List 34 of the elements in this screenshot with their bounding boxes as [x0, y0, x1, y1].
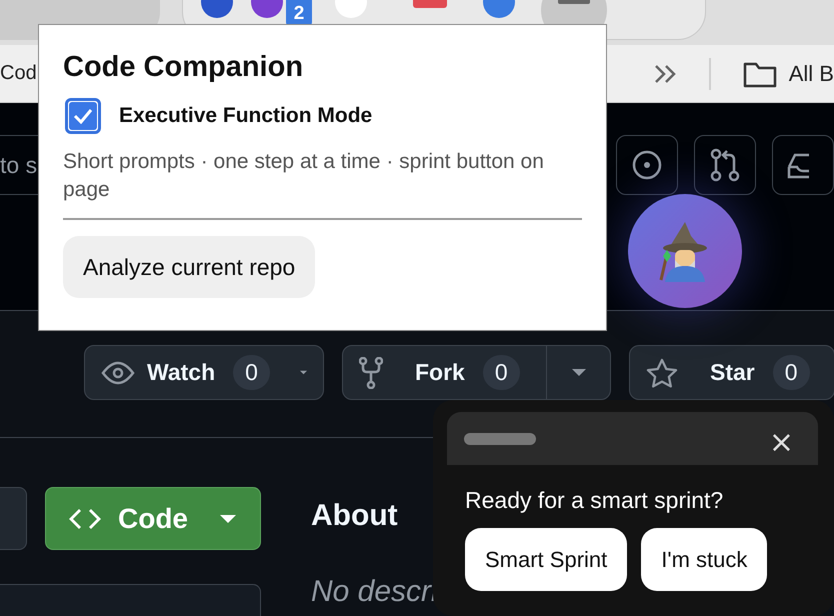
star-icon — [646, 358, 678, 388]
bookmark-folder[interactable]: All B — [788, 60, 834, 86]
sprint-option-button[interactable]: Smart Sprint — [465, 528, 628, 591]
analyze-button[interactable]: Analyze current repo — [63, 236, 316, 298]
caret-icon — [220, 514, 236, 522]
inbox-icon — [787, 151, 809, 179]
watch-button[interactable]: Watch 0 — [84, 345, 324, 400]
description-text: Short prompts · one step at a time · sprint button on page — [63, 149, 545, 203]
count-badge: 0 — [772, 355, 810, 390]
code-icon — [68, 506, 102, 530]
drag-handle[interactable] — [464, 432, 536, 444]
section-heading: About — [311, 499, 399, 533]
sprint-option-button[interactable]: I'm stuck — [641, 528, 768, 591]
issues-button[interactable] — [616, 135, 678, 195]
circle-dot-icon — [631, 149, 663, 181]
checkbox[interactable] — [65, 98, 101, 134]
star-button[interactable]: Star 0 — [629, 345, 834, 400]
fork-button[interactable]: Fork 0 — [342, 345, 611, 400]
popup-title: Code Companion — [63, 51, 304, 84]
prompt-text: Ready for a smart sprint? — [465, 487, 724, 514]
code-button[interactable]: Code — [45, 487, 261, 550]
count-badge: 0 — [482, 355, 520, 390]
pull-request-icon — [709, 148, 741, 182]
bookmark-item[interactable]: Cod — [0, 62, 37, 85]
fork-icon — [359, 356, 383, 388]
caret-icon — [572, 369, 586, 376]
pull-requests-button[interactable] — [694, 135, 756, 195]
count-badge: 0 — [233, 355, 270, 390]
checkmark-icon — [73, 108, 93, 124]
inbox-button[interactable] — [772, 135, 834, 195]
close-button[interactable]: × — [768, 428, 794, 458]
caret-icon — [300, 369, 307, 376]
checkbox-label: Executive Function Mode — [119, 104, 372, 128]
eye-icon — [101, 360, 135, 384]
